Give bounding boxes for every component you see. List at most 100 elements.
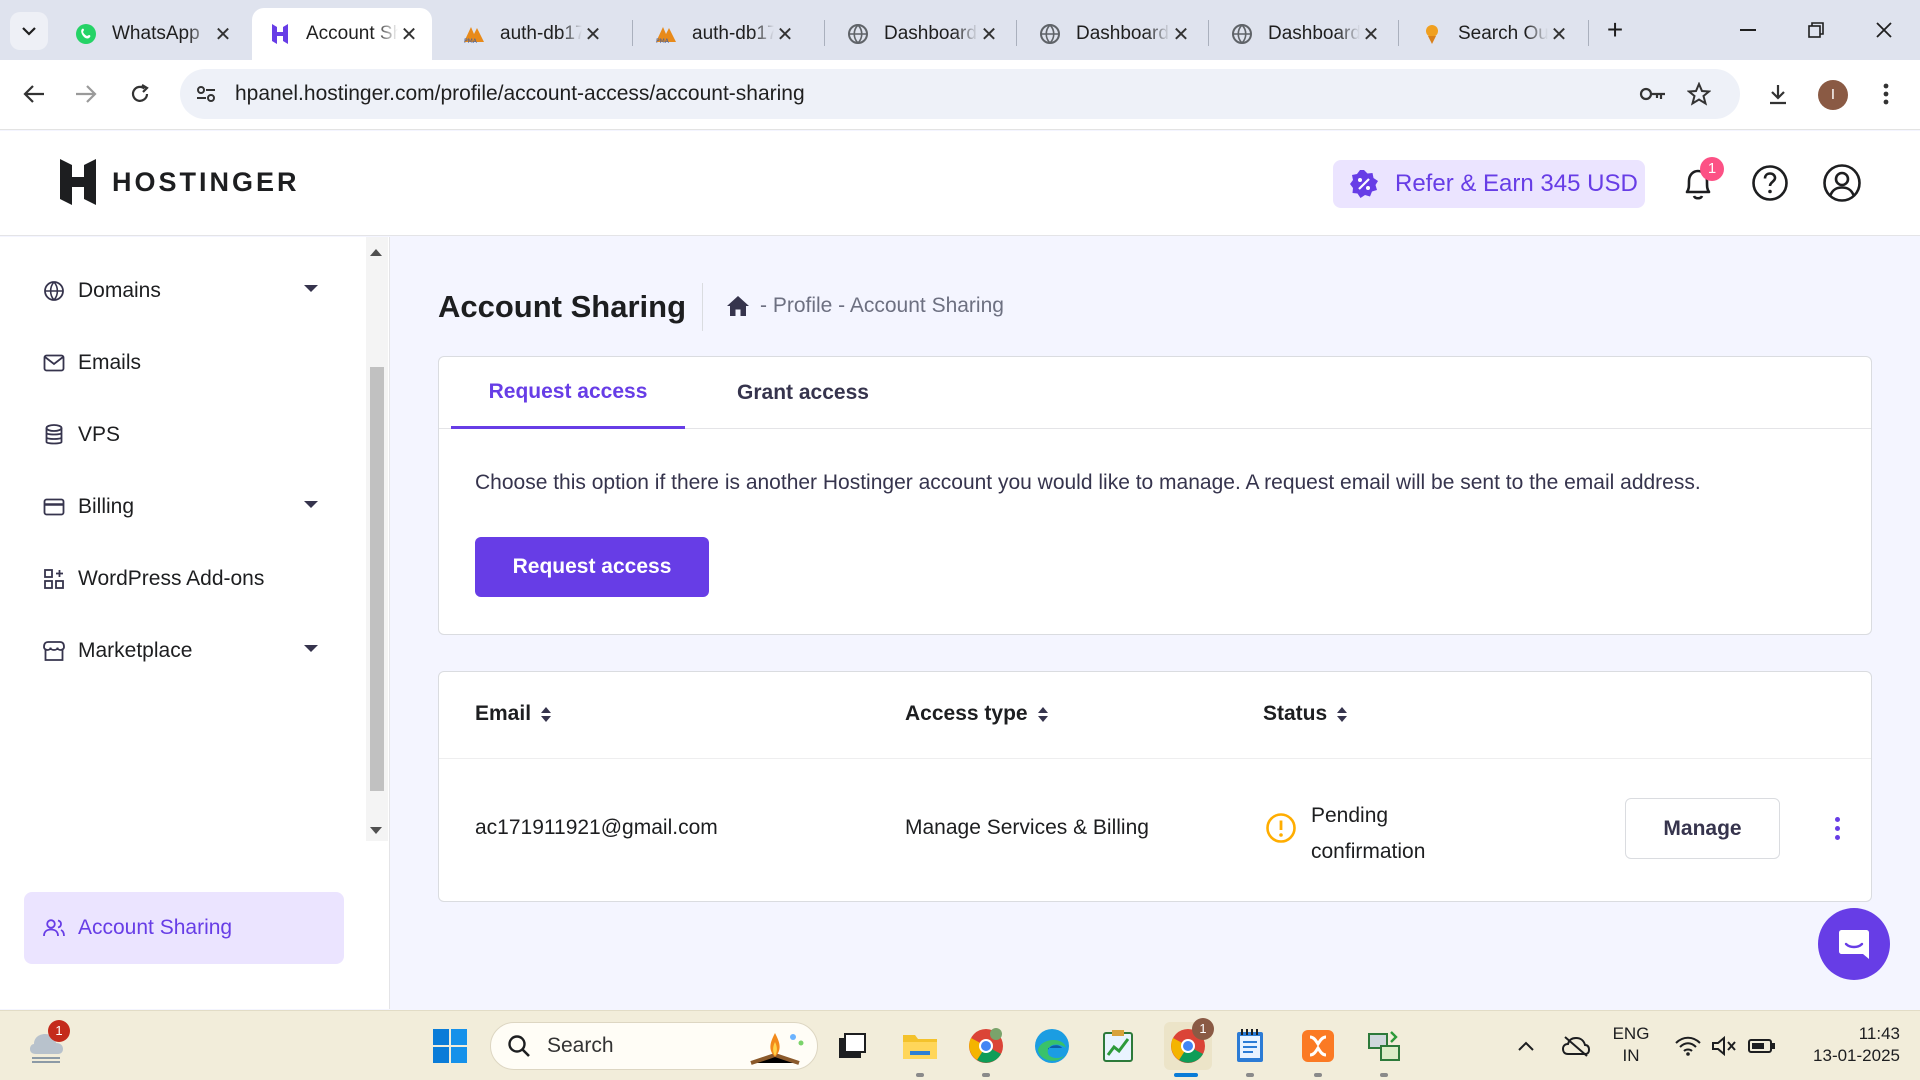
chrome-button[interactable]: 1 [1164, 1018, 1214, 1070]
close-icon[interactable]: ✕ [1360, 22, 1382, 47]
help-circle-icon [1752, 165, 1788, 201]
breadcrumb-path[interactable]: - Profile - Account Sharing [760, 294, 1004, 318]
minimize-button[interactable] [1728, 12, 1768, 48]
refer-earn-button[interactable]: Refer & Earn 345 USD [1333, 160, 1645, 208]
volume-status[interactable] [1704, 1026, 1744, 1066]
home-icon[interactable] [726, 295, 750, 317]
downloads-button[interactable] [1758, 74, 1798, 114]
notification-count-badge: 1 [1700, 157, 1724, 181]
hostinger-logo-icon [60, 159, 96, 205]
browser-tab-dashboard-1[interactable]: Dashboard ✕ [830, 8, 1012, 60]
notes-app-button[interactable] [1098, 1026, 1138, 1066]
site-settings-icon[interactable] [194, 82, 218, 106]
browser-tab-dashboard-2[interactable]: Dashboard ✕ [1022, 8, 1204, 60]
browser-menu-button[interactable] [1866, 74, 1906, 114]
scroll-down-arrow-icon[interactable] [370, 827, 382, 834]
back-button[interactable] [14, 74, 54, 114]
search-placeholder: Search [547, 1034, 614, 1057]
request-description: Choose this option if there is another H… [475, 471, 1701, 494]
sidebar-item-billing[interactable]: Billing [24, 479, 344, 535]
chrome-profile-button[interactable] [966, 1026, 1006, 1066]
sidebar-item-label: VPS [78, 423, 121, 446]
sidebar-item-marketplace[interactable]: Marketplace [24, 623, 344, 679]
edge-icon [1035, 1029, 1069, 1063]
restore-button[interactable] [1796, 12, 1836, 48]
clock-time: 11:43 [1858, 1024, 1900, 1043]
sidebar-item-wordpress-addons[interactable]: WordPress Add-ons [24, 551, 344, 607]
browser-tab-whatsapp[interactable]: WhatsApp ✕ [58, 8, 246, 60]
notepad-button[interactable] [1230, 1026, 1270, 1066]
sidebar-item-account-sharing[interactable]: Account Sharing [24, 892, 344, 964]
chevron-down-icon [22, 27, 36, 36]
column-header-email[interactable]: Email [475, 702, 552, 726]
warning-circle-icon [1266, 813, 1296, 843]
tab-request-access[interactable]: Request access [451, 357, 685, 429]
language-indicator[interactable]: ENG IN [1608, 1023, 1654, 1067]
tab-search-button[interactable] [10, 12, 48, 50]
mail-icon [42, 351, 66, 375]
bookmark-star-icon[interactable] [1684, 79, 1714, 109]
scrollbar-thumb[interactable] [370, 367, 384, 791]
scroll-up-arrow-icon[interactable] [370, 249, 382, 256]
chat-support-button[interactable] [1818, 908, 1890, 980]
sidebar-scrollbar[interactable] [366, 237, 388, 841]
browser-tab-account-sharing[interactable]: Account Sharing ✕ [252, 8, 432, 60]
file-explorer-button[interactable] [900, 1026, 940, 1066]
tab-title: WhatsApp [112, 23, 200, 44]
url-text[interactable]: hpanel.hostinger.com/profile/account-acc… [235, 82, 805, 106]
close-icon[interactable]: ✕ [582, 22, 604, 47]
weather-widget[interactable]: 1 [26, 1020, 70, 1066]
sort-icon [1037, 706, 1048, 722]
column-header-status[interactable]: Status [1263, 702, 1348, 726]
clock[interactable]: 11:43 13-01-2025 [1790, 1023, 1900, 1067]
account-button[interactable] [1820, 161, 1864, 205]
network-app-button[interactable] [1364, 1026, 1404, 1066]
close-icon[interactable]: ✕ [398, 22, 420, 47]
running-indicator [1314, 1073, 1322, 1077]
browser-tab-auth-db-2[interactable]: PMA auth-db1719 ✕ [638, 8, 808, 60]
column-header-access-type[interactable]: Access type [905, 702, 1048, 726]
taskbar-search[interactable]: Search [490, 1022, 818, 1070]
close-icon[interactable]: ✕ [1170, 22, 1192, 47]
forward-button[interactable] [66, 74, 106, 114]
tab-grant-access[interactable]: Grant access [691, 357, 915, 429]
new-tab-button[interactable]: + [1598, 14, 1632, 48]
window-close-button[interactable] [1864, 12, 1904, 48]
weather-badge: 1 [48, 1020, 70, 1042]
xampp-button[interactable] [1298, 1026, 1338, 1066]
hostinger-logo[interactable]: HOSTINGER [58, 159, 300, 205]
browser-tab-dashboard-3[interactable]: Dashboard ✕ [1214, 8, 1394, 60]
profile-avatar[interactable]: I [1818, 80, 1848, 110]
password-key-icon[interactable] [1638, 79, 1668, 109]
task-view-button[interactable] [832, 1026, 872, 1066]
show-hidden-icons-button[interactable] [1506, 1026, 1546, 1066]
manage-button[interactable]: Manage [1625, 798, 1780, 859]
address-bar[interactable]: hpanel.hostinger.com/profile/account-acc… [180, 69, 1740, 119]
sidebar-item-domains[interactable]: Domains [24, 263, 344, 319]
onedrive-button[interactable] [1556, 1026, 1596, 1066]
sidebar-item-emails[interactable]: Emails [24, 335, 344, 391]
close-icon[interactable]: ✕ [1548, 22, 1570, 47]
title-divider [702, 283, 703, 331]
request-access-button[interactable]: Request access [475, 537, 709, 597]
reload-button[interactable] [120, 74, 160, 114]
download-icon [1770, 85, 1786, 105]
notepad-icon [1237, 1029, 1263, 1062]
notifications-button[interactable]: 1 [1676, 157, 1724, 205]
browser-tab-auth-db-1[interactable]: PMA auth-db1719 ✕ [446, 8, 616, 60]
clock-date: 13-01-2025 [1813, 1046, 1900, 1065]
edge-button[interactable] [1032, 1026, 1072, 1066]
help-button[interactable] [1748, 161, 1792, 205]
sort-icon [541, 706, 552, 722]
close-icon[interactable]: ✕ [774, 22, 796, 47]
close-icon[interactable]: ✕ [212, 22, 234, 47]
more-vertical-icon[interactable] [1825, 812, 1849, 844]
search-icon [508, 1035, 530, 1057]
start-button[interactable] [430, 1026, 470, 1066]
browser-tab-search-our[interactable]: Search Our ✕ [1404, 8, 1582, 60]
wifi-status[interactable] [1668, 1026, 1708, 1066]
close-icon[interactable]: ✕ [978, 22, 1000, 47]
reload-icon [131, 84, 149, 102]
sidebar-item-vps[interactable]: VPS [24, 407, 344, 463]
battery-status[interactable] [1742, 1026, 1782, 1066]
